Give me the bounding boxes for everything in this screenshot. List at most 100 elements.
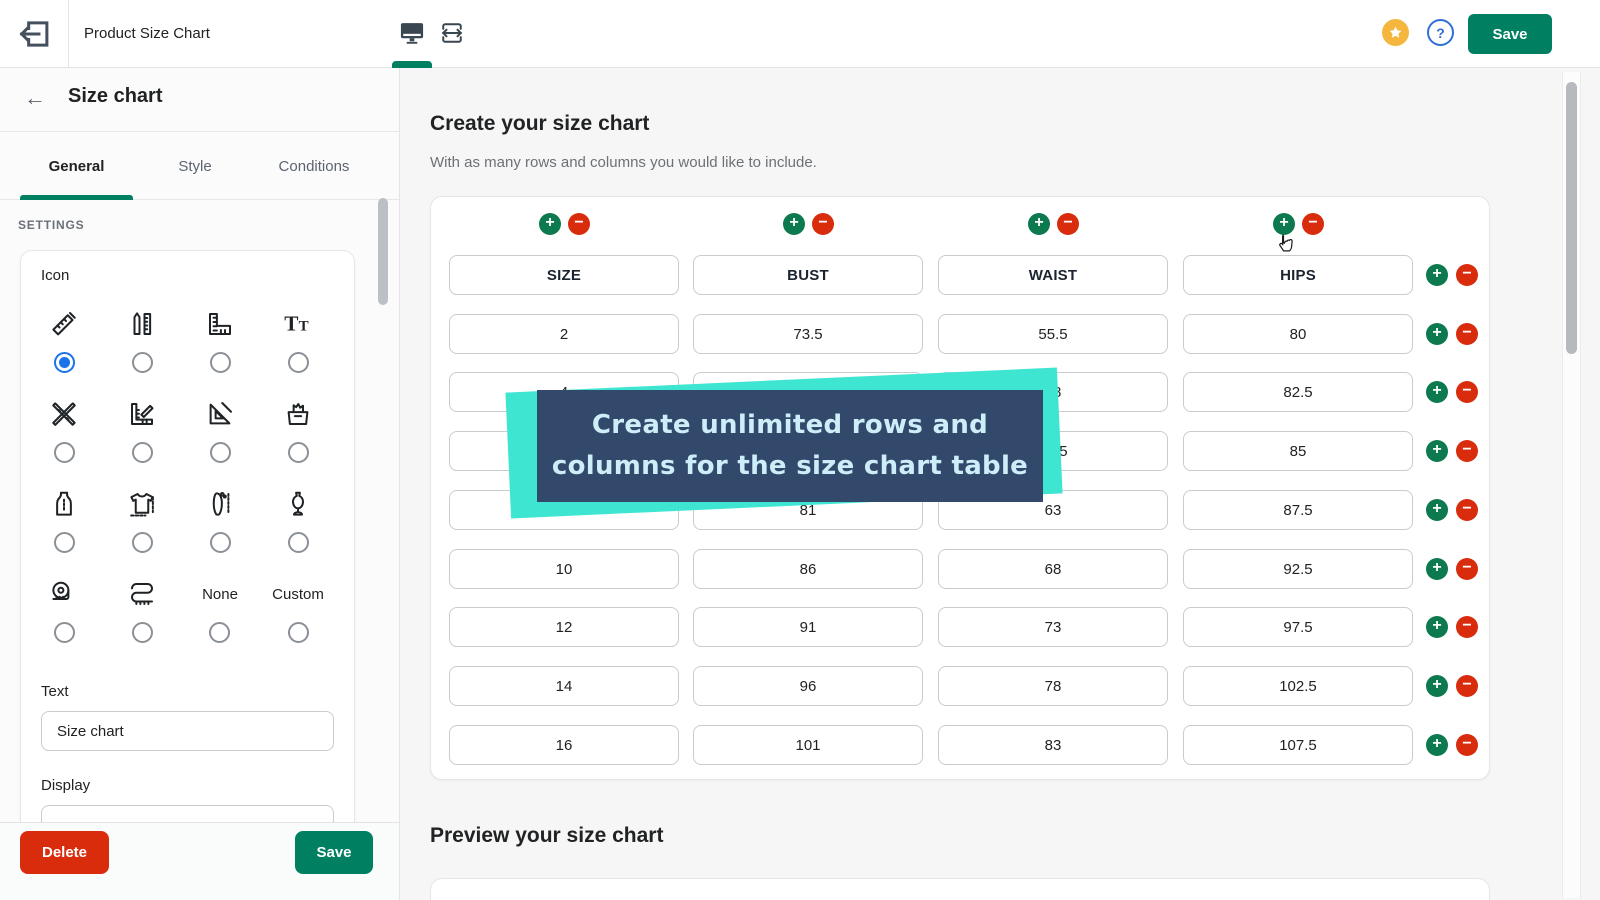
cell-bust-row6[interactable]: 91: [693, 607, 923, 647]
text-input[interactable]: [41, 711, 334, 751]
cell-waist-row1[interactable]: 55.5: [938, 314, 1168, 354]
column-header-hips[interactable]: HIPS: [1183, 255, 1413, 295]
icon-option-ruler-pencil-crossed[interactable]: [49, 393, 79, 483]
remove-column-bust-button[interactable]: −: [812, 213, 834, 235]
cell-hips-row6[interactable]: 97.5: [1183, 607, 1413, 647]
icon-option-corner-ruler[interactable]: [205, 303, 235, 393]
icon-radio-pencil-ruler-vertical[interactable]: [132, 352, 153, 373]
icon-option-set-square-pencil[interactable]: [205, 393, 235, 483]
remove-column-waist-button[interactable]: −: [1057, 213, 1079, 235]
cell-waist-row8[interactable]: 83: [938, 725, 1168, 765]
help-button[interactable]: ?: [1427, 19, 1454, 46]
star-rating-button[interactable]: [1382, 19, 1409, 46]
main-scrollbar[interactable]: [1566, 82, 1577, 354]
cell-waist-row5[interactable]: 68: [938, 549, 1168, 589]
tab-style[interactable]: Style: [140, 132, 250, 200]
cell-hips-row1[interactable]: 80: [1183, 314, 1413, 354]
cell-hips-row4[interactable]: 87.5: [1183, 490, 1413, 530]
icon-option-none[interactable]: None: [202, 573, 238, 663]
cell-size-row7[interactable]: 14: [449, 666, 679, 706]
icon-option-custom[interactable]: Custom: [272, 573, 324, 663]
icon-option-ruler-diagonal[interactable]: [49, 303, 79, 393]
icon-radio-mannequin[interactable]: [288, 532, 309, 553]
add-row-button-8[interactable]: +: [1426, 734, 1448, 756]
icon-radio-ruler-diagonal[interactable]: [54, 352, 75, 373]
cell-size-row6[interactable]: 12: [449, 607, 679, 647]
add-row-button-6[interactable]: +: [1426, 616, 1448, 638]
cell-bust-row7[interactable]: 96: [693, 666, 923, 706]
cell-bust-row8[interactable]: 101: [693, 725, 923, 765]
fullwidth-view-button[interactable]: [438, 19, 468, 49]
icon-radio-text-tt[interactable]: [288, 352, 309, 373]
cell-hips-row2[interactable]: 82.5: [1183, 372, 1413, 412]
tab-general[interactable]: General: [20, 132, 133, 200]
remove-row-button-7[interactable]: −: [1456, 675, 1478, 697]
cell-waist-row7[interactable]: 78: [938, 666, 1168, 706]
icon-radio-tshirt-measure[interactable]: [132, 532, 153, 553]
icon-radio-custom[interactable]: [288, 622, 309, 643]
tab-conditions[interactable]: Conditions: [258, 132, 370, 200]
icon-radio-pencil-box[interactable]: [288, 442, 309, 463]
icon-radio-dress-form[interactable]: [54, 532, 75, 553]
icon-option-tape-measure-curled[interactable]: [127, 573, 157, 663]
remove-column-hips-button[interactable]: −: [1302, 213, 1324, 235]
column-header-bust[interactable]: BUST: [693, 255, 923, 295]
icon-option-ruler-pencil-corner[interactable]: [127, 393, 157, 483]
icon-radio-tape-measure-rolled[interactable]: [54, 622, 75, 643]
icon-radio-ruler-pencil-crossed[interactable]: [54, 442, 75, 463]
icon-radio-none[interactable]: [209, 622, 230, 643]
cell-bust-row1[interactable]: 73.5: [693, 314, 923, 354]
sidebar-scrollbar[interactable]: [378, 198, 388, 305]
add-column-waist-button[interactable]: +: [1028, 213, 1050, 235]
icon-radio-ruler-pencil-corner[interactable]: [132, 442, 153, 463]
cell-size-row8[interactable]: 16: [449, 725, 679, 765]
icon-radio-foot-measure[interactable]: [210, 532, 231, 553]
cell-size-row1[interactable]: 2: [449, 314, 679, 354]
icon-radio-corner-ruler[interactable]: [210, 352, 231, 373]
remove-row-button-0[interactable]: −: [1456, 264, 1478, 286]
icon-radio-tape-measure-curled[interactable]: [132, 622, 153, 643]
add-row-button-7[interactable]: +: [1426, 675, 1448, 697]
icon-option-foot-measure[interactable]: [205, 483, 235, 573]
add-column-bust-button[interactable]: +: [783, 213, 805, 235]
save-button[interactable]: Save: [1468, 14, 1552, 54]
icon-radio-set-square-pencil[interactable]: [210, 442, 231, 463]
icon-option-mannequin[interactable]: [283, 483, 313, 573]
remove-column-size-button[interactable]: −: [568, 213, 590, 235]
icon-option-tshirt-measure[interactable]: [127, 483, 157, 573]
back-arrow-icon[interactable]: ←: [24, 85, 46, 111]
column-header-waist[interactable]: WAIST: [938, 255, 1168, 295]
add-row-button-3[interactable]: +: [1426, 440, 1448, 462]
remove-row-button-8[interactable]: −: [1456, 734, 1478, 756]
icon-option-dress-form[interactable]: [49, 483, 79, 573]
column-header-size[interactable]: SIZE: [449, 255, 679, 295]
remove-row-button-3[interactable]: −: [1456, 440, 1478, 462]
icon-grid: TT None Custom: [25, 303, 345, 663]
add-row-button-2[interactable]: +: [1426, 381, 1448, 403]
cell-hips-row7[interactable]: 102.5: [1183, 666, 1413, 706]
cell-waist-row6[interactable]: 73: [938, 607, 1168, 647]
cell-hips-row5[interactable]: 92.5: [1183, 549, 1413, 589]
cell-size-row5[interactable]: 10: [449, 549, 679, 589]
remove-row-button-1[interactable]: −: [1456, 323, 1478, 345]
add-row-button-5[interactable]: +: [1426, 558, 1448, 580]
icon-option-pencil-box[interactable]: [283, 393, 313, 483]
icon-option-pencil-ruler-vertical[interactable]: [127, 303, 157, 393]
remove-row-button-4[interactable]: −: [1456, 499, 1478, 521]
cell-bust-row5[interactable]: 86: [693, 549, 923, 589]
remove-row-button-6[interactable]: −: [1456, 616, 1478, 638]
remove-row-button-5[interactable]: −: [1456, 558, 1478, 580]
add-row-button-1[interactable]: +: [1426, 323, 1448, 345]
sidebar-save-button[interactable]: Save: [295, 831, 373, 874]
add-row-button-0[interactable]: +: [1426, 264, 1448, 286]
cell-hips-row3[interactable]: 85: [1183, 431, 1413, 471]
add-row-button-4[interactable]: +: [1426, 499, 1448, 521]
delete-button[interactable]: Delete: [20, 831, 109, 874]
icon-option-tape-measure-rolled[interactable]: [49, 573, 79, 663]
icon-option-text-tt[interactable]: TT: [283, 303, 313, 393]
desktop-view-button[interactable]: [398, 19, 428, 49]
remove-row-button-2[interactable]: −: [1456, 381, 1478, 403]
cell-hips-row8[interactable]: 107.5: [1183, 725, 1413, 765]
exit-app-button[interactable]: [16, 15, 54, 53]
add-column-size-button[interactable]: +: [539, 213, 561, 235]
